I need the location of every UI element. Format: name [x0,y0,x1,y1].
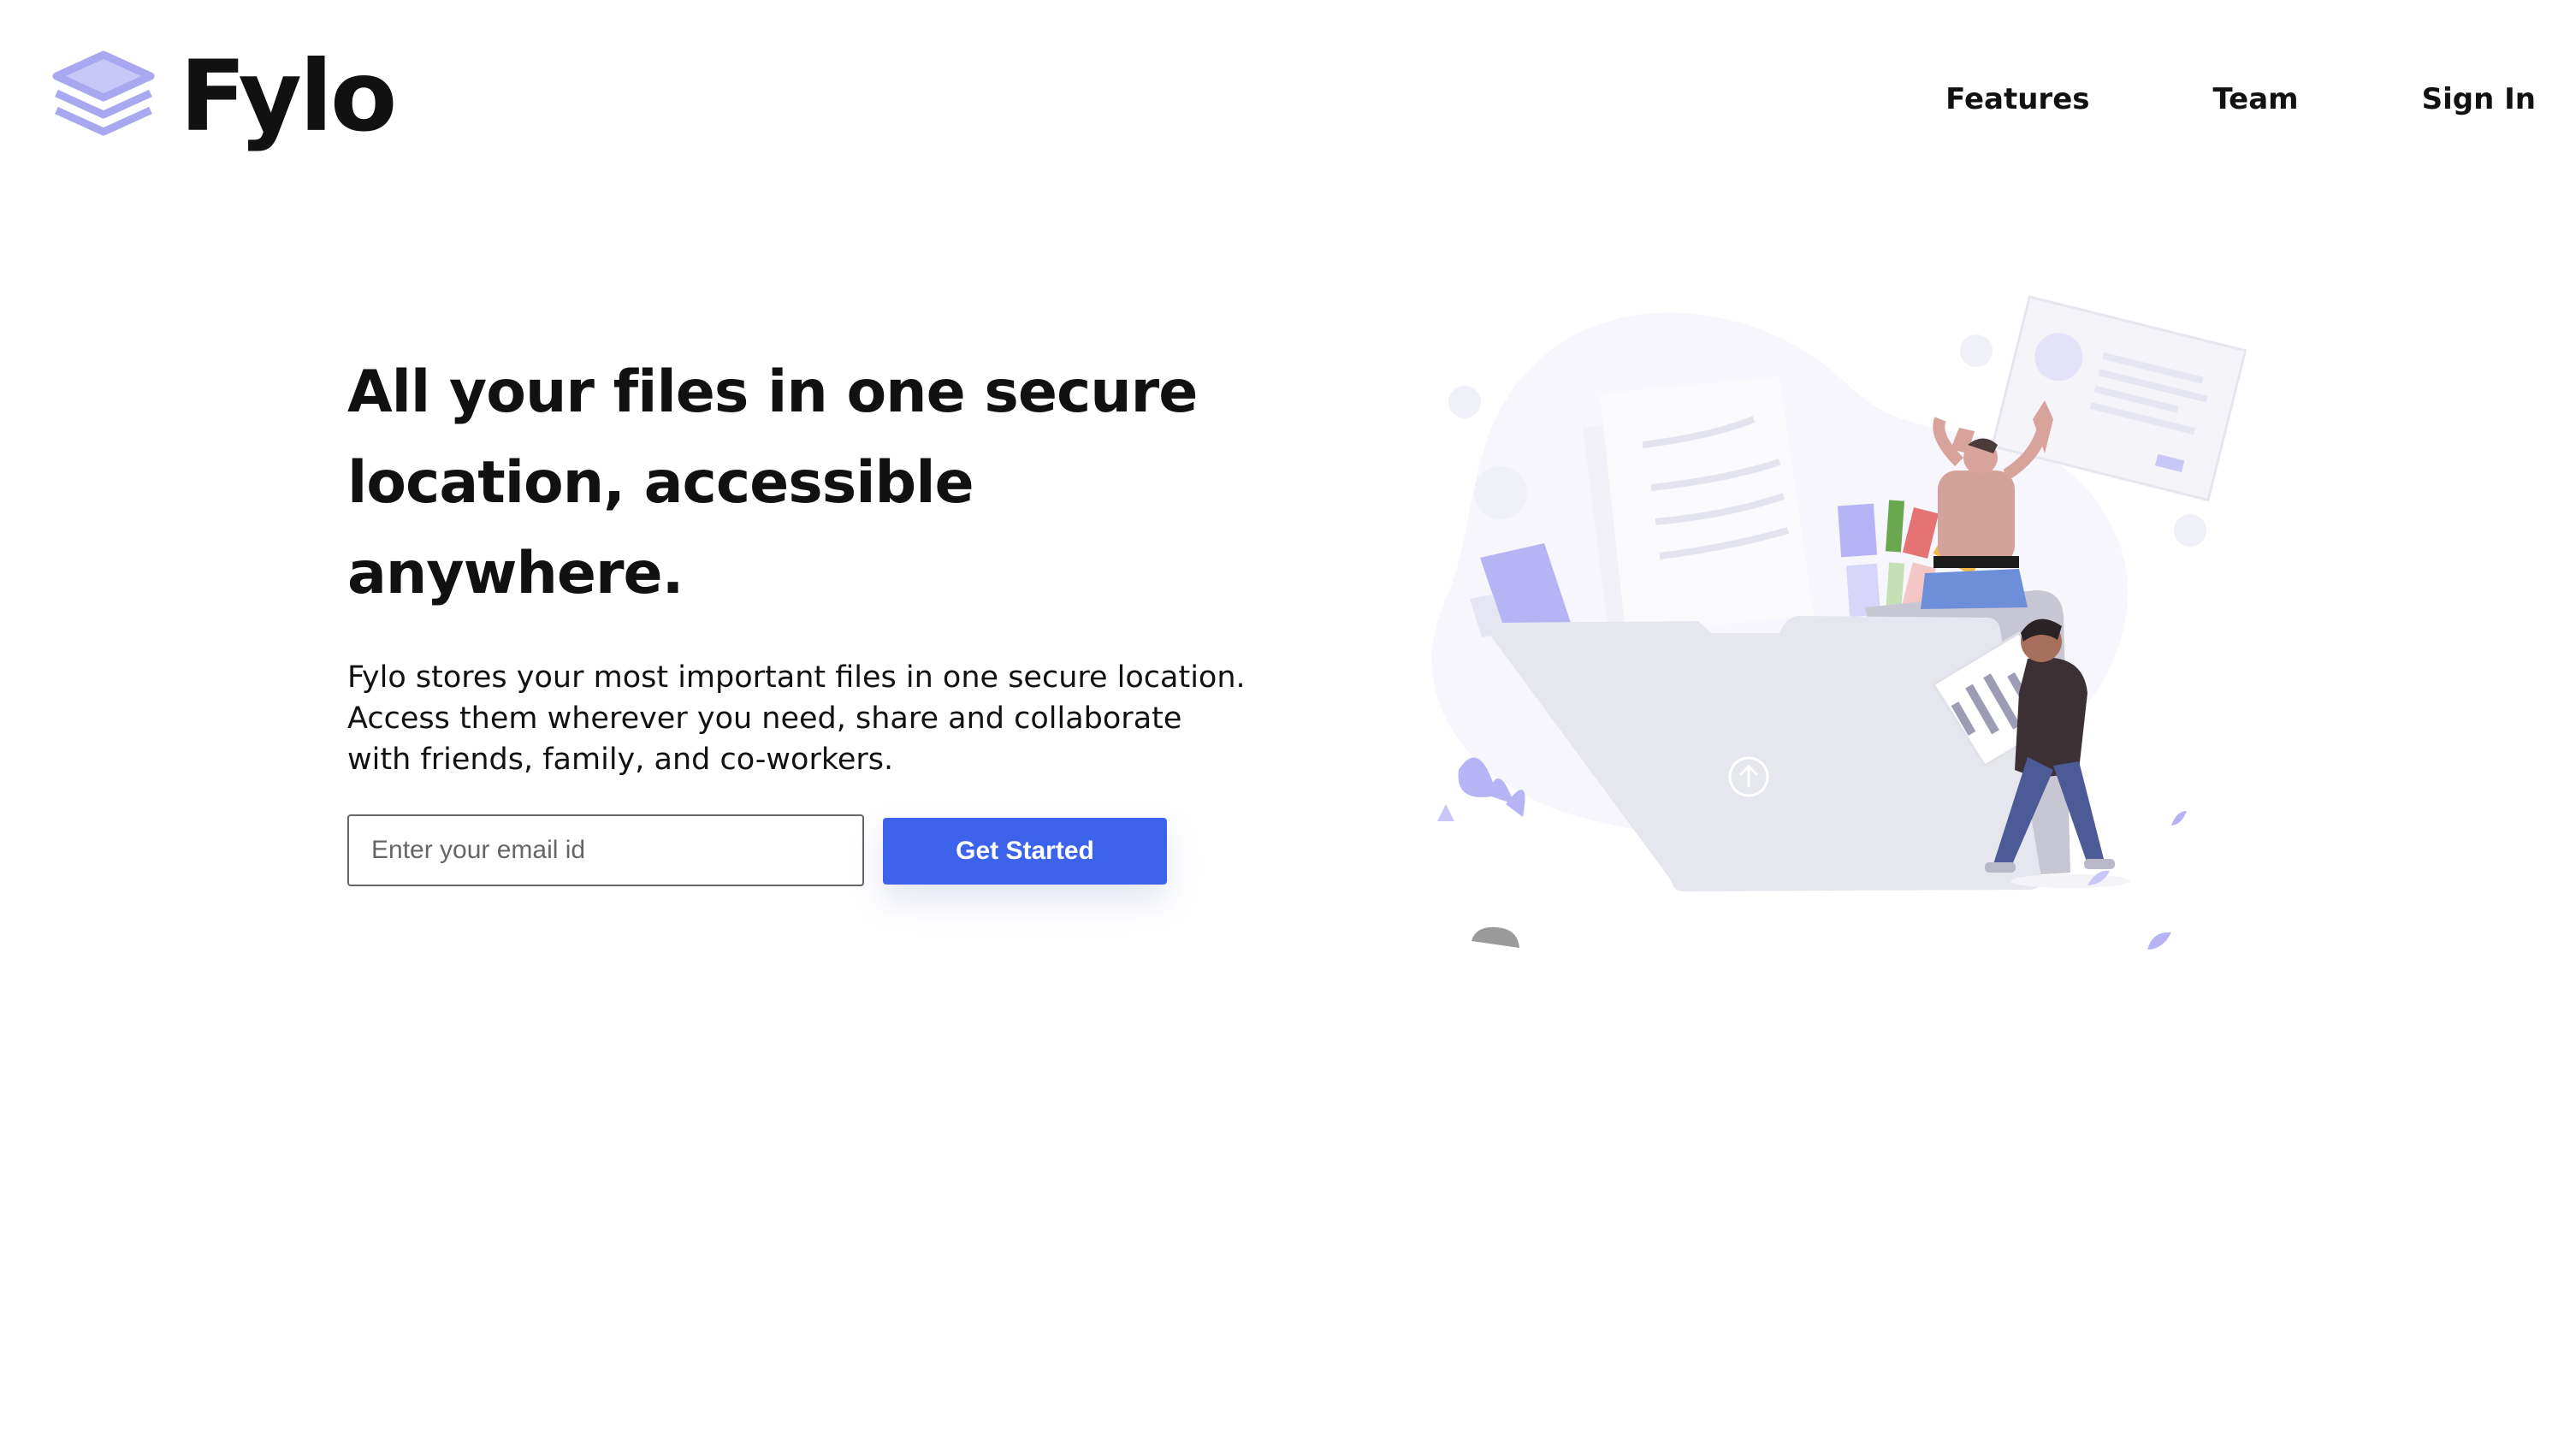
email-input[interactable] [347,814,864,886]
bubble [1960,334,1993,367]
hero-title: All your files in one secure location, a… [347,358,1198,607]
brand-name: Fylo [180,39,397,153]
bubble [2174,514,2206,547]
nav-sign-in-link[interactable]: Sign In [2422,82,2536,116]
landing-page: Fylo Features Team Sign In All your file… [0,0,2570,1456]
get-started-button[interactable]: Get Started [883,818,1167,885]
hero-description: Fylo stores your most important files in… [347,660,1246,777]
brand-logo[interactable]: Fylo [50,39,397,153]
nav-team-link[interactable]: Team [2213,82,2299,116]
bubble [1448,386,1481,418]
file-upload-illustration [1431,295,2247,950]
nav-features-link[interactable]: Features [1945,82,2089,116]
leaf [2171,811,2187,826]
layers-icon [52,50,155,136]
main-nav: Features Team Sign In [1822,82,2536,116]
rock [1472,926,1519,948]
bubble [1474,466,1527,519]
leaf [2147,932,2171,950]
